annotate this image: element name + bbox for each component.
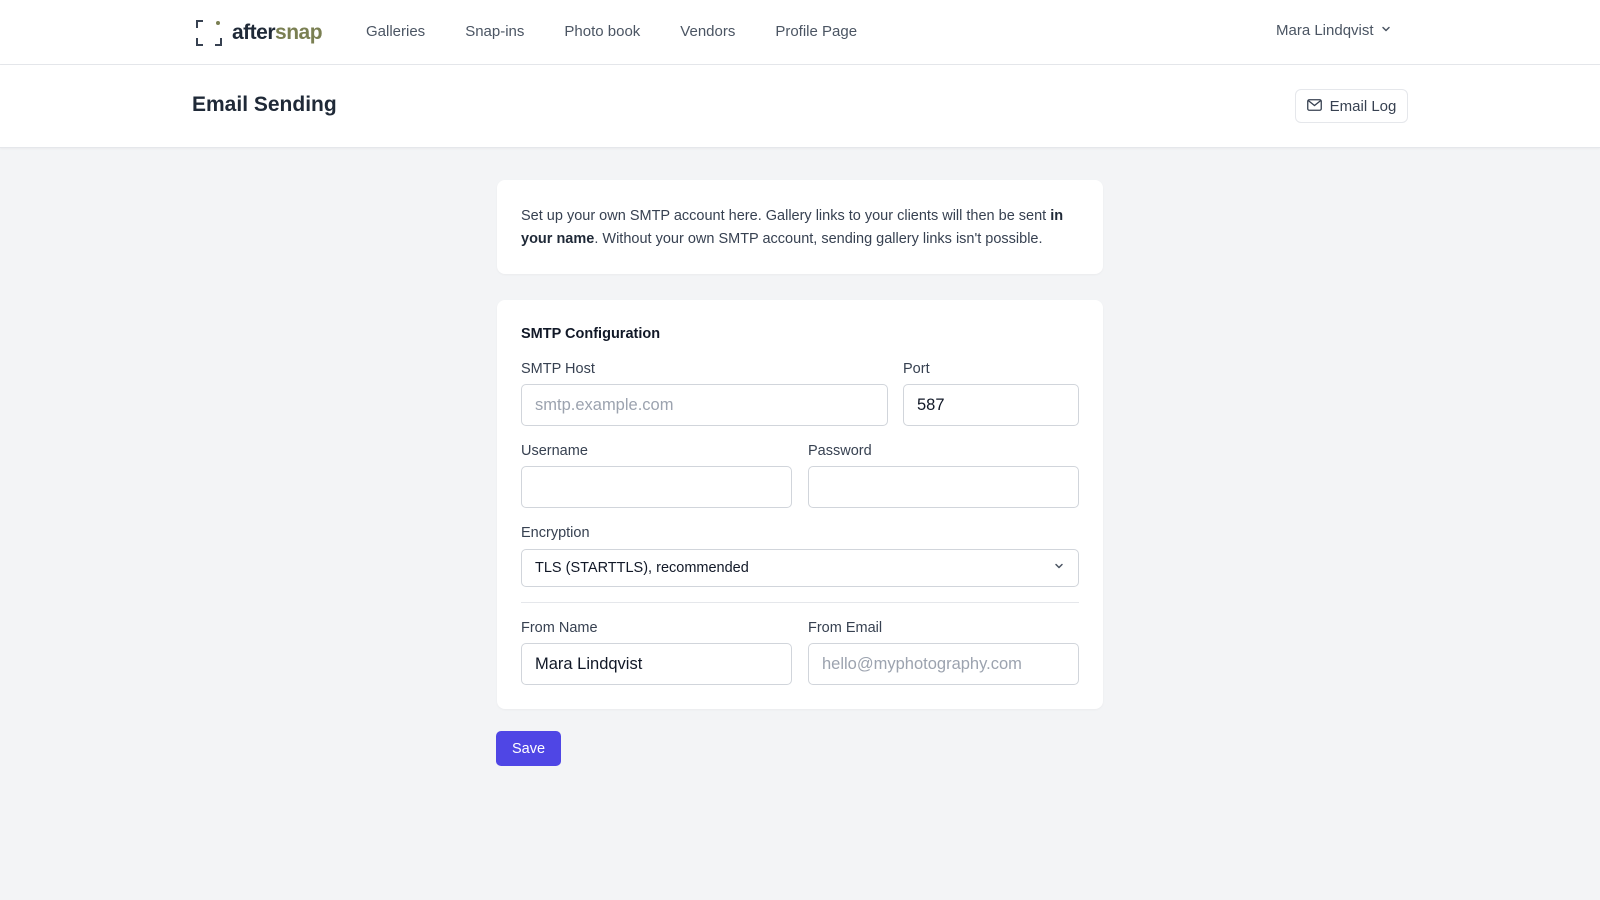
page-header: Email Sending Email Log <box>0 65 1600 148</box>
password-input[interactable] <box>808 466 1079 508</box>
nav-item-photo-book[interactable]: Photo book <box>564 23 640 40</box>
save-button[interactable]: Save <box>496 731 561 766</box>
username-label: Username <box>521 443 588 459</box>
encryption-selected-value: TLS (STARTTLS), recommended <box>535 560 749 576</box>
smtp-config-card: SMTP Configuration SMTP Host Port Userna… <box>497 300 1103 709</box>
viewfinder-icon <box>196 20 222 46</box>
brand-wordmark: aftersnap <box>232 21 323 44</box>
nav-item-vendors[interactable]: Vendors <box>680 23 735 40</box>
info-text: Set up your own SMTP account here. Galle… <box>521 208 1064 247</box>
nav-item-profile-page[interactable]: Profile Page <box>775 23 857 40</box>
username-input[interactable] <box>521 466 792 508</box>
email-log-button[interactable]: Email Log <box>1295 89 1408 123</box>
top-navbar: aftersnap Galleries Snap-ins Photo book … <box>0 0 1600 65</box>
nav-item-snap-ins[interactable]: Snap-ins <box>465 23 524 40</box>
email-log-label: Email Log <box>1329 97 1397 115</box>
chevron-down-icon <box>1380 22 1392 39</box>
user-name: Mara Lindqvist <box>1276 22 1374 39</box>
from-name-input[interactable] <box>521 643 792 685</box>
port-label: Port <box>903 361 930 377</box>
page-title: Email Sending <box>192 93 337 116</box>
encryption-select[interactable]: TLS (STARTTLS), recommended <box>521 549 1079 587</box>
info-card: Set up your own SMTP account here. Galle… <box>497 180 1103 274</box>
divider <box>521 602 1079 603</box>
smtp-host-label: SMTP Host <box>521 361 595 377</box>
from-email-label: From Email <box>808 620 883 636</box>
user-menu[interactable]: Mara Lindqvist <box>1276 22 1392 39</box>
main-nav: Galleries Snap-ins Photo book Vendors Pr… <box>366 23 857 40</box>
port-input[interactable] <box>903 384 1079 426</box>
mail-icon <box>1306 98 1322 115</box>
from-name-label: From Name <box>521 620 598 636</box>
brand-logo[interactable]: aftersnap <box>196 18 323 48</box>
section-title: SMTP Configuration <box>521 326 661 342</box>
smtp-host-input[interactable] <box>521 384 888 426</box>
from-email-input[interactable] <box>808 643 1079 685</box>
password-label: Password <box>808 443 872 459</box>
encryption-label: Encryption <box>521 525 590 541</box>
chevron-down-icon <box>1053 560 1065 576</box>
nav-item-galleries[interactable]: Galleries <box>366 23 425 40</box>
